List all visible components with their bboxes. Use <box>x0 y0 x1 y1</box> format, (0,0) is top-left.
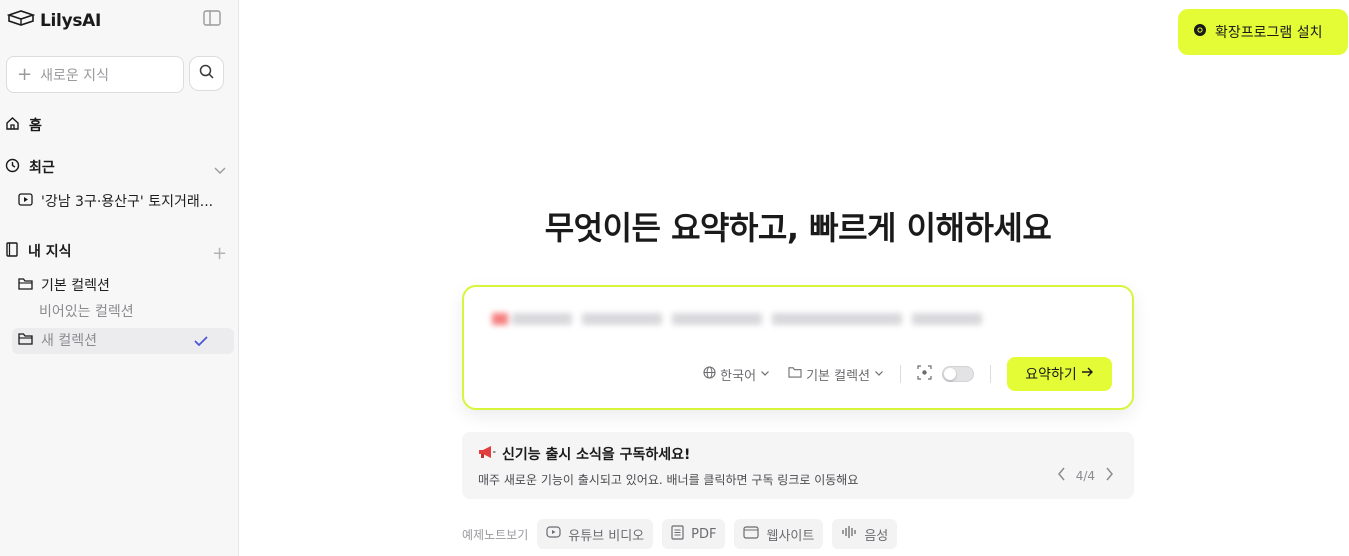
empty-collection-text: 비어있는 컬렉션 <box>39 304 134 320</box>
sidebar-item-home[interactable]: 홈 <box>5 115 42 135</box>
folder-icon <box>18 277 33 294</box>
document-icon <box>671 524 684 544</box>
chip-label: PDF <box>691 526 717 542</box>
option-toggle[interactable] <box>942 366 974 382</box>
add-collection-icon[interactable]: + <box>212 243 227 264</box>
card-controls: 한국어 기본 컬렉션 요약하기 <box>703 357 1112 391</box>
sidebar-item-my-knowledge[interactable]: 내 지식 <box>5 241 72 261</box>
summary-input-card[interactable]: 한국어 기본 컬렉션 요약하기 <box>462 285 1134 410</box>
chevron-down-icon <box>874 367 884 382</box>
home-icon <box>5 116 20 135</box>
example-youtube-button[interactable]: 유튜브 비디오 <box>537 519 654 549</box>
youtube-icon <box>546 526 561 542</box>
notebook-icon <box>5 241 19 261</box>
chrome-icon <box>1193 23 1207 41</box>
example-website-button[interactable]: 웹사이트 <box>734 519 824 549</box>
divider <box>990 365 991 383</box>
recent-item[interactable]: '강남 3구·용산구' 토지거래... <box>18 191 213 211</box>
app-root: LilysAI + 새로운 지식 홈 최근 '강남 3구·용산구' 토지거래..… <box>0 0 1349 556</box>
waveform-icon <box>841 525 857 543</box>
search-button[interactable] <box>189 56 224 91</box>
language-select[interactable]: 한국어 <box>703 365 770 384</box>
chevron-right-icon[interactable] <box>1105 467 1114 484</box>
clock-icon <box>5 158 20 177</box>
new-knowledge-placeholder: 새로운 지식 <box>40 67 109 84</box>
scan-icon <box>917 364 932 384</box>
collection-select-label: 기본 컬렉션 <box>806 368 870 384</box>
search-icon <box>199 64 214 83</box>
chip-label: 웹사이트 <box>766 528 815 544</box>
collection-label: 새 컬렉션 <box>41 333 97 349</box>
summarize-button[interactable]: 요약하기 <box>1007 357 1112 391</box>
chevron-down-icon <box>760 367 770 382</box>
blurred-input-text <box>482 309 998 329</box>
collapse-sidebar-icon[interactable] <box>203 10 223 28</box>
example-notes: 예제노트보기 유튜브 비디오 PDF 웹사이트 음성 <box>462 519 898 549</box>
install-extension-label: 확장프로그램 설치 <box>1215 25 1323 41</box>
globe-icon <box>703 365 716 383</box>
sidebar: LilysAI + 새로운 지식 홈 최근 '강남 3구·용산구' 토지거래..… <box>0 0 239 556</box>
sidebar-item-label: 홈 <box>29 118 42 134</box>
chip-label: 유튜브 비디오 <box>568 528 645 544</box>
folder-icon <box>18 332 33 349</box>
check-icon[interactable] <box>193 333 209 352</box>
example-notes-label: 예제노트보기 <box>462 527 529 542</box>
sidebar-item-label: 최근 <box>29 160 55 176</box>
example-pdf-button[interactable]: PDF <box>662 519 726 549</box>
new-knowledge-input[interactable]: + 새로운 지식 <box>6 56 184 93</box>
sidebar-item-recent[interactable]: 최근 <box>5 157 55 177</box>
chip-label: 음성 <box>864 528 889 544</box>
collection-item[interactable]: 기본 컬렉션 <box>18 275 110 295</box>
divider <box>900 365 901 383</box>
summarize-label: 요약하기 <box>1025 367 1077 383</box>
folder-icon <box>788 366 802 382</box>
banner-title: 신기능 출시 소식을 구독하세요! <box>478 444 690 464</box>
browser-icon <box>743 525 760 543</box>
install-extension-button[interactable]: 확장프로그램 설치 <box>1178 9 1348 55</box>
collection-label: 기본 컬렉션 <box>41 278 110 294</box>
language-label: 한국어 <box>720 368 757 384</box>
megaphone-icon <box>478 445 496 463</box>
arrow-right-icon <box>1081 366 1094 382</box>
collection-item[interactable]: 새 컬렉션 <box>18 330 97 350</box>
collection-select[interactable]: 기본 컬렉션 <box>788 365 884 384</box>
chevron-left-icon[interactable] <box>1057 467 1066 484</box>
logo-text: LilysAI <box>40 11 102 31</box>
video-icon <box>18 192 33 210</box>
recent-item-label: '강남 3구·용산구' 토지거래... <box>41 194 214 210</box>
news-banner[interactable]: 신기능 출시 소식을 구독하세요! 매주 새로운 기능이 출시되고 있어요. 배… <box>462 432 1134 499</box>
chevron-down-icon[interactable] <box>213 162 227 181</box>
pager-count: 4/4 <box>1075 468 1095 483</box>
banner-pager: 4/4 <box>1057 467 1114 484</box>
plus-icon: + <box>17 63 33 85</box>
logo[interactable]: LilysAI <box>6 9 102 33</box>
book-logo-icon <box>6 9 36 33</box>
banner-title-text: 신기능 출시 소식을 구독하세요! <box>502 447 691 463</box>
example-audio-button[interactable]: 음성 <box>832 519 898 549</box>
banner-subtitle: 매주 새로운 기능이 출시되고 있어요. 배너를 클릭하면 구독 링크로 이동해… <box>478 473 859 487</box>
page-title: 무엇이든 요약하고, 빠르게 이해하세요 <box>544 209 1052 247</box>
sidebar-item-label: 내 지식 <box>28 244 72 260</box>
empty-collection-note: 비어있는 컬렉션 <box>39 301 134 321</box>
